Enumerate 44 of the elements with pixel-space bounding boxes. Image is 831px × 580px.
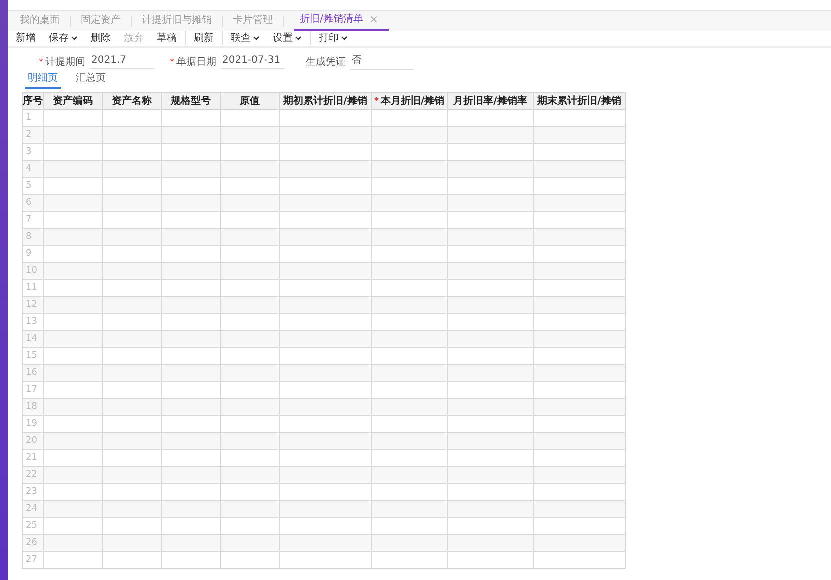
row-number: 20	[22, 432, 44, 450]
row-number: 6	[22, 194, 44, 212]
column-header: 月折旧率/摊销率	[448, 92, 534, 110]
caret-icon	[295, 36, 302, 40]
toolbar-button[interactable]: 刷新	[194, 31, 223, 45]
field-label: * 计提期间	[39, 56, 86, 68]
column-header: 资产编码	[44, 92, 102, 110]
caret-icon	[253, 36, 260, 40]
column-header: 规格型号	[162, 92, 220, 110]
column-header: 期末累计折旧/摊销	[534, 92, 626, 110]
row-number: 16	[22, 364, 44, 382]
field-label: * 单据日期	[170, 56, 216, 68]
column-header: 原值	[220, 92, 280, 110]
toolbar-button[interactable]: 草稿	[157, 31, 186, 45]
caret-icon	[71, 36, 78, 40]
row-number: 8	[22, 228, 44, 246]
row-number: 26	[22, 534, 44, 552]
toolbar-button[interactable]: 设置	[273, 31, 311, 45]
row-number: 22	[22, 466, 44, 484]
toolbar-button[interactable]: 保存	[49, 31, 78, 45]
row-number: 2	[22, 126, 44, 144]
column-header: 资产名称	[102, 92, 162, 110]
row-number: 12	[22, 296, 44, 314]
row-number: 4	[22, 160, 44, 178]
toolbar-button[interactable]: 新增	[16, 31, 36, 45]
field-label: 生成凭证	[306, 56, 346, 68]
input-field[interactable]: 2021.7	[90, 54, 154, 68]
column-header: 序号	[22, 92, 44, 110]
page-tab[interactable]: 折旧/摊销清单 ×	[294, 11, 389, 31]
input-field[interactable]: 否	[350, 53, 414, 70]
row-number: 14	[22, 330, 44, 348]
toolbar-button[interactable]: 联查	[231, 31, 260, 45]
row-number: 18	[22, 398, 44, 416]
toolbar-button[interactable]: 打印	[319, 31, 348, 45]
column-header: 期初累计折旧/摊销	[280, 92, 372, 110]
input-field[interactable]: 2021-07-31	[220, 54, 284, 68]
column-header: * 本月折旧/摊销	[372, 92, 448, 110]
sub-tab[interactable]: 汇总页	[73, 71, 109, 89]
sub-tab[interactable]: 明细页	[25, 71, 61, 89]
row-number: 27	[22, 552, 44, 568]
toolbar-button[interactable]: 删除	[91, 31, 111, 45]
row-number: 24	[22, 500, 44, 518]
row-number: 10	[22, 262, 44, 280]
caret-icon	[341, 36, 348, 40]
